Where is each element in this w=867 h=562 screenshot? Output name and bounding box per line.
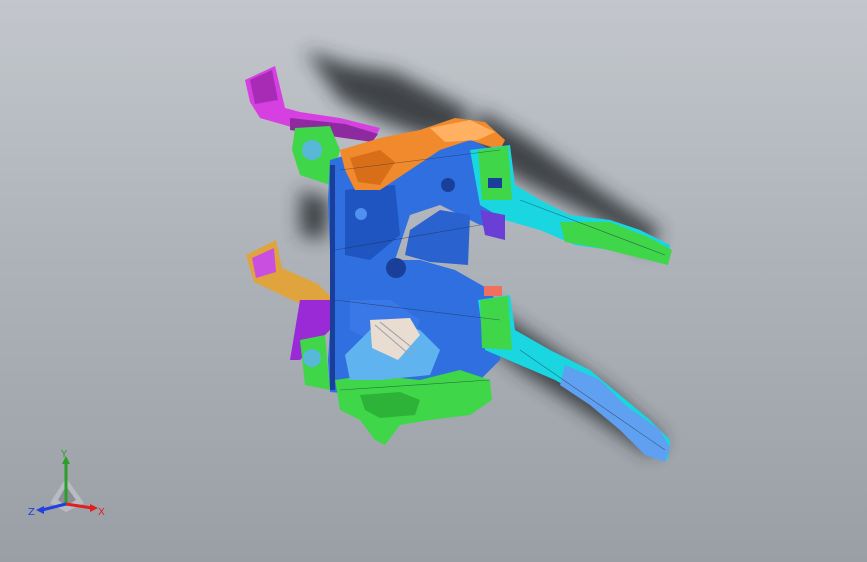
y-axis-label: Y [60,449,68,460]
axis-triad: Y X Z [28,449,105,518]
lower-rail [478,286,670,462]
x-axis-arrow-icon [90,504,98,512]
z-axis-arrow-icon [36,506,44,514]
z-axis-label: Z [28,507,35,518]
cad-assembly-model[interactable] [0,0,867,562]
cad-viewport[interactable]: Y X Z [0,0,867,562]
x-axis-label: X [98,507,105,518]
